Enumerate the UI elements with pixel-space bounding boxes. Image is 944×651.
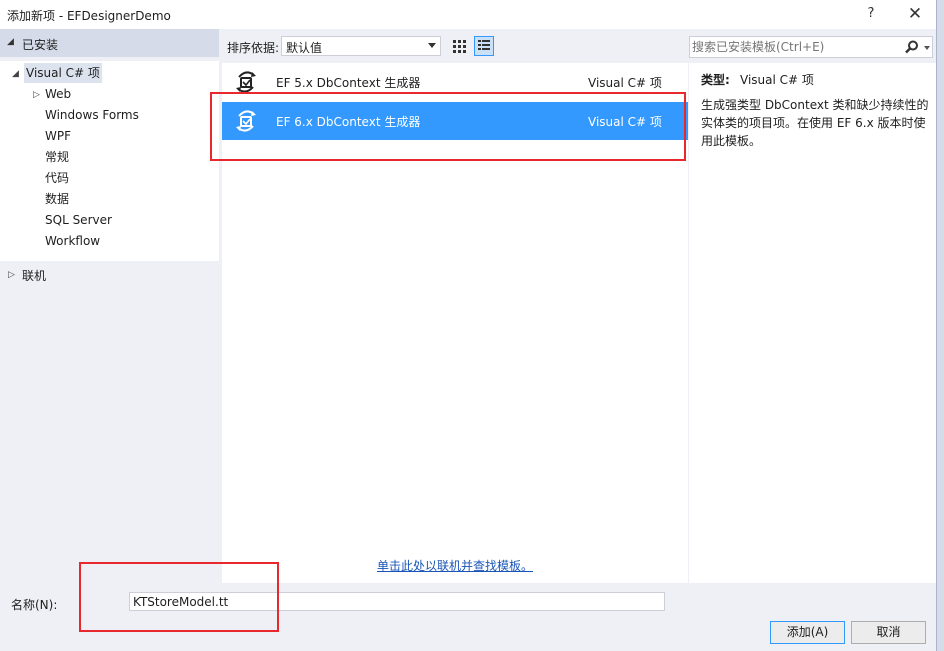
chevron-down-icon[interactable] [924,46,930,50]
type-value: Visual C# 项 [740,73,814,87]
installed-header[interactable]: ◢ 已安装 [0,29,219,57]
online-templates-link[interactable]: 单击此处以联机并查找模板。 [377,557,533,574]
ef-generator-icon [236,71,256,93]
help-button[interactable]: ? [862,4,880,24]
tree-item-wpf[interactable]: WPF [45,126,71,146]
installed-label: 已安装 [22,38,59,52]
search-box[interactable] [689,36,933,58]
tree-item-label: 常规 [45,150,70,164]
tree-item-label: Web [45,87,72,101]
online-header[interactable]: ▷ 联机 [0,264,219,286]
collapse-arrow-icon: ◢ [7,37,14,47]
tree-item-sql-server[interactable]: SQL Server [45,210,112,230]
grid-view-icon [453,40,466,53]
sort-dropdown[interactable]: 默认值 [281,36,441,56]
tree-item-general[interactable]: 常规 [45,147,69,167]
template-item-ef6[interactable]: EF 6.x DbContext 生成器 Visual C# 项 [222,102,688,140]
sort-value: 默认值 [286,41,323,55]
template-name: EF 5.x DbContext 生成器 [276,76,421,90]
name-label: 名称(N): [11,598,58,612]
template-description: 生成强类型 DbContext 类和缺少持续性的实体类的项目项。在使用 EF 6… [701,98,929,148]
expanded-arrow-icon[interactable]: ◢ [12,69,19,79]
search-icon[interactable] [904,39,920,55]
add-button[interactable]: 添加(A) [770,621,845,644]
tree-item-label: Windows Forms [45,108,139,122]
sort-label: 排序依据: [227,41,280,55]
tree-item-label: Workflow [45,234,101,248]
ef-generator-icon [236,110,256,132]
tree-item-workflow[interactable]: Workflow [45,231,100,251]
chevron-down-icon [428,43,436,48]
cancel-button[interactable]: 取消 [851,621,926,644]
background-window-edge [936,0,944,651]
template-list: EF 5.x DbContext 生成器 Visual C# 项 EF 6.x … [222,63,688,583]
template-language: Visual C# 项 [588,115,662,129]
title-bar: 添加新项 - EFDesignerDemo ? ✕ [0,0,936,29]
template-name: EF 6.x DbContext 生成器 [276,115,421,129]
category-panel: ◢ 已安装 Visual C# 项 ◢ ▷ Web Windows Forms … [0,29,219,583]
tree-item-visual-csharp[interactable]: Visual C# 项 [24,63,102,83]
type-label: 类型: [701,73,730,87]
template-item-ef5[interactable]: EF 5.x DbContext 生成器 Visual C# 项 [222,63,688,101]
tree-item-label: WPF [45,129,72,143]
list-view-icon [478,40,490,50]
tree-item-code[interactable]: 代码 [45,168,69,188]
list-view-button[interactable] [474,36,494,56]
close-button[interactable]: ✕ [904,3,926,25]
tree-item-label: 代码 [45,171,70,185]
tree-item-label: SQL Server [45,213,112,227]
window-title: 添加新项 - EFDesignerDemo [7,9,171,23]
expand-arrow-icon[interactable]: ▷ [33,90,40,100]
tree-item-label: 数据 [45,192,70,206]
expand-arrow-icon: ▷ [8,270,15,280]
tree-item-web[interactable]: Web [45,84,71,104]
tree-item-data[interactable]: 数据 [45,189,69,209]
category-tree: Visual C# 项 ◢ ▷ Web Windows Forms WPF 常规… [0,61,219,261]
search-input[interactable] [692,39,897,55]
template-language: Visual C# 项 [588,76,662,90]
tree-item-label: Visual C# 项 [26,66,100,80]
tree-item-windows-forms[interactable]: Windows Forms [45,105,139,125]
details-panel: 类型: Visual C# 项 生成强类型 DbContext 类和缺少持续性的… [689,63,936,583]
online-label: 联机 [22,269,47,283]
name-input[interactable] [129,592,665,611]
grid-view-button[interactable] [449,36,469,56]
